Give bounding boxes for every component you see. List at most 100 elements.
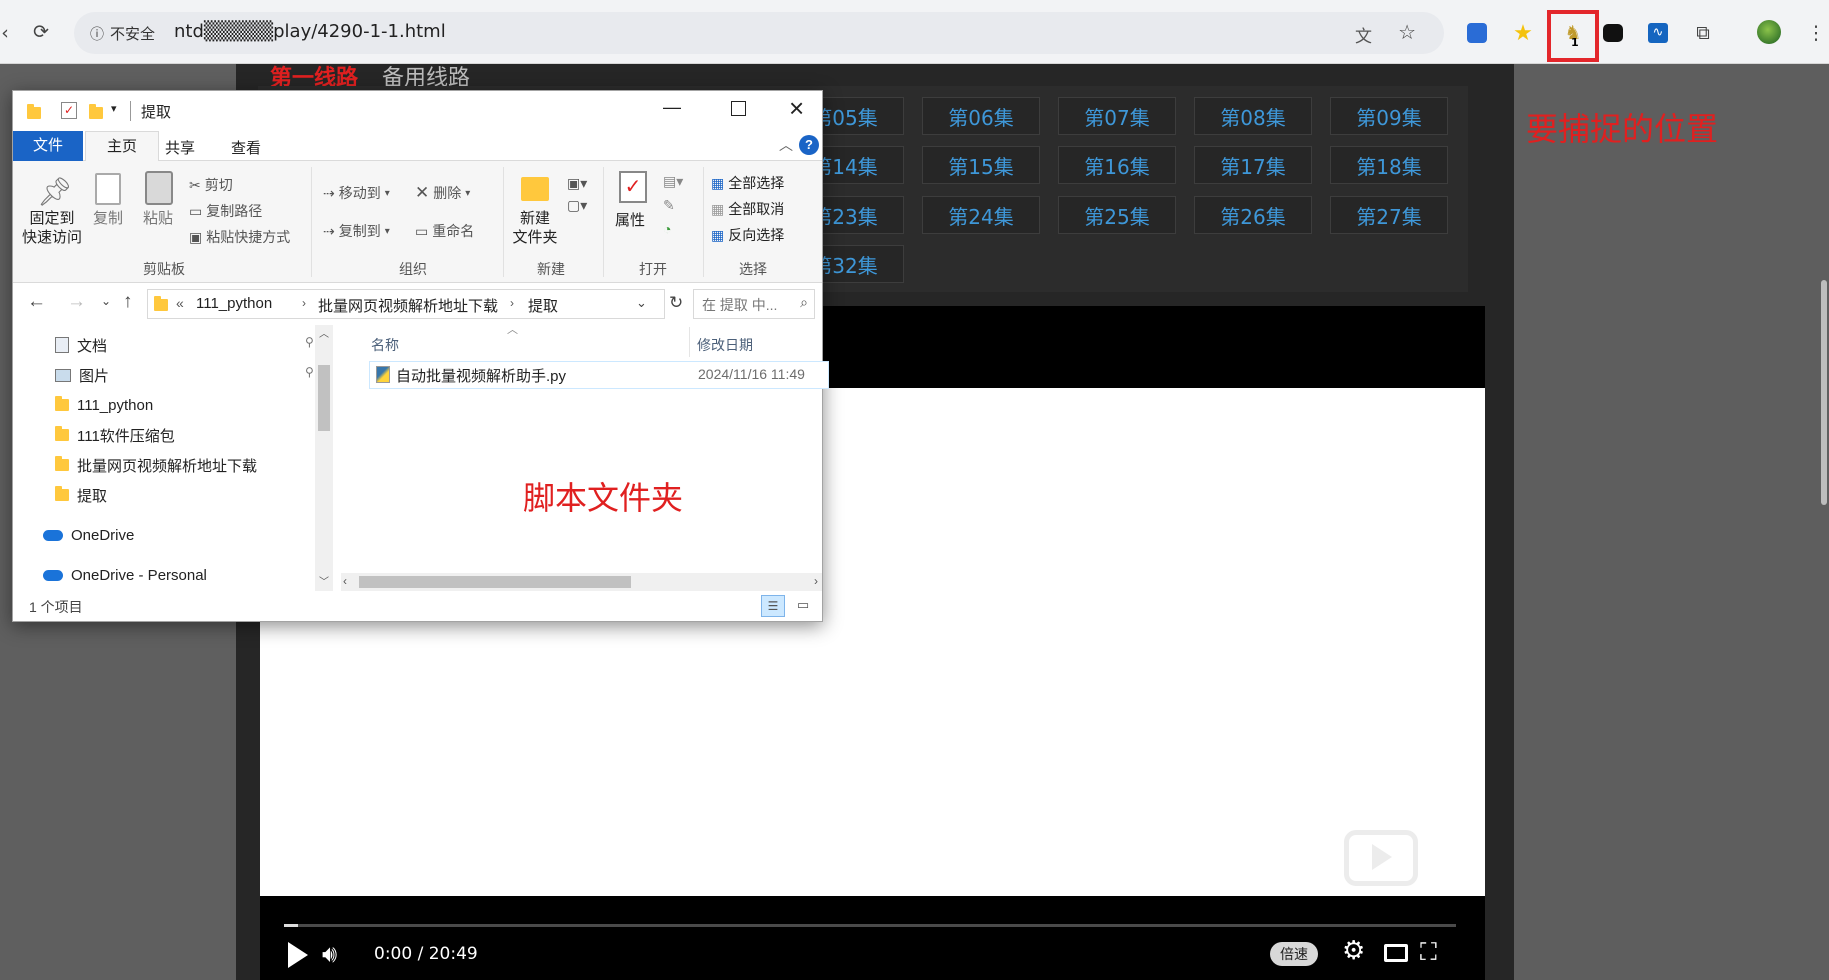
episode-button[interactable]: 第09集: [1330, 97, 1448, 135]
volume-icon[interactable]: 🔊︎: [322, 940, 337, 968]
newfolder-qa-icon[interactable]: [89, 104, 103, 119]
file-row[interactable]: 自动批量视频解析助手.py 2024/11/16 11:49: [369, 361, 829, 389]
episode-button[interactable]: 第24集: [922, 196, 1040, 234]
crumb-extract[interactable]: 提取: [528, 295, 558, 316]
episode-button[interactable]: 第08集: [1194, 97, 1312, 135]
menu-kebab-icon[interactable]: ⋮: [1803, 20, 1829, 46]
path-dropdown-icon[interactable]: ⌄: [636, 295, 647, 311]
nav-item-pictures[interactable]: 图片: [55, 363, 109, 387]
new-folder-button[interactable]: 新建 文件夹: [507, 209, 563, 247]
forward-arrow-icon[interactable]: →: [67, 291, 86, 313]
ribbon-collapse-icon[interactable]: ︿: [779, 135, 793, 155]
large-icons-view-icon[interactable]: ▭: [793, 597, 813, 615]
invert-select-button[interactable]: ▦ 反向选择: [711, 225, 784, 245]
nav-item-onedrive[interactable]: OneDrive: [43, 523, 134, 547]
paste-shortcut-button[interactable]: ▣ 粘贴快捷方式: [189, 227, 290, 247]
tab-home[interactable]: 主页: [85, 131, 159, 162]
properties-button[interactable]: 属性: [615, 211, 645, 230]
pin-icon[interactable]: ⚲: [305, 335, 314, 349]
nav-item-onedrive-personal[interactable]: OneDrive - Personal: [43, 563, 207, 587]
new-item-icon[interactable]: ▣▾: [567, 175, 587, 192]
page-scrollbar[interactable]: [1821, 280, 1827, 505]
maximize-button[interactable]: [731, 101, 746, 116]
content-hscrollbar[interactable]: ‹ ›: [341, 573, 822, 591]
episode-button[interactable]: 第07集: [1058, 97, 1176, 135]
recent-dropdown-icon[interactable]: ⌄: [101, 294, 111, 308]
help-icon[interactable]: ?: [799, 135, 819, 155]
explorer-title-bar[interactable]: ✓ ▾ 提取 — ×: [13, 91, 822, 131]
progress-bar[interactable]: [284, 924, 1456, 927]
episode-button[interactable]: 第17集: [1194, 146, 1312, 184]
episode-button[interactable]: 第25集: [1058, 196, 1176, 234]
scroll-up-icon[interactable]: ︿: [319, 325, 329, 340]
copy-button[interactable]: 复制: [93, 209, 123, 228]
nav-item-111-python[interactable]: 111_python: [55, 393, 153, 417]
scroll-right-icon[interactable]: ›: [814, 574, 818, 588]
speed-button[interactable]: 倍速: [1270, 942, 1318, 966]
settings-gear-icon[interactable]: ⚙: [1342, 936, 1365, 966]
cut-button[interactable]: ✂ 剪切: [189, 175, 233, 195]
pin-icon[interactable]: ⚲: [305, 365, 314, 379]
nav-item-extract[interactable]: 提取: [55, 483, 107, 507]
episode-button[interactable]: 第27集: [1330, 196, 1448, 234]
properties-qa-icon[interactable]: ✓: [61, 102, 77, 119]
easy-access-icon[interactable]: ▢▾: [567, 197, 587, 214]
back-arrow-icon[interactable]: ←: [27, 291, 46, 313]
fullscreen-icon[interactable]: ⛶: [1420, 938, 1437, 966]
scroll-left-icon[interactable]: ‹: [343, 574, 347, 588]
episode-button[interactable]: 第15集: [922, 146, 1040, 184]
rename-button[interactable]: ▭ 重命名: [415, 221, 474, 241]
extensions-puzzle-icon[interactable]: ⧉: [1690, 20, 1716, 46]
details-view-icon[interactable]: ☰: [761, 595, 785, 617]
nav-scrollbar[interactable]: ︿ ﹀: [315, 325, 333, 591]
translate-icon[interactable]: 文: [1355, 22, 1372, 47]
extension-blue-icon[interactable]: [1464, 20, 1490, 46]
select-none-button[interactable]: ▦ 全部取消: [711, 199, 784, 219]
back-arrow-icon[interactable]: ‹: [0, 20, 18, 46]
up-arrow-icon[interactable]: ↑: [123, 291, 133, 313]
pip-icon[interactable]: [1384, 944, 1408, 962]
episode-button[interactable]: 第06集: [922, 97, 1040, 135]
security-label[interactable]: 不安全: [110, 23, 155, 44]
nav-item-111-archives[interactable]: 111软件压缩包: [55, 423, 175, 447]
episode-button[interactable]: 第26集: [1194, 196, 1312, 234]
reload-icon[interactable]: ⟳: [28, 19, 54, 45]
copy-to-button[interactable]: ⇢ 复制到 ▾: [323, 221, 390, 241]
column-header-date[interactable]: 修改日期: [697, 335, 753, 355]
extension-pulse-icon[interactable]: ∿: [1645, 20, 1671, 46]
select-all-button[interactable]: ▦ 全部选择: [711, 173, 784, 193]
edit-icon[interactable]: ✎: [663, 197, 675, 214]
crumb-111-python[interactable]: 111_python: [196, 295, 272, 312]
scroll-thumb[interactable]: [318, 365, 330, 431]
minimize-button[interactable]: —: [663, 97, 681, 118]
episode-button[interactable]: 第16集: [1058, 146, 1176, 184]
delete-button[interactable]: ✕ 删除 ▾: [415, 183, 470, 203]
tab-view[interactable]: 查看: [231, 137, 261, 158]
copy-path-button[interactable]: ▭ 复制路径: [189, 201, 262, 221]
search-box[interactable]: 在 提取 中... ⌕: [693, 289, 815, 319]
close-button[interactable]: ×: [789, 93, 804, 124]
open-icon[interactable]: ▤▾: [663, 173, 683, 190]
nav-item-batch-download[interactable]: 批量网页视频解析地址下载: [55, 453, 257, 477]
security-warning-icon[interactable]: ⓘ: [90, 24, 104, 44]
paste-button[interactable]: 粘贴: [143, 209, 173, 228]
path-overflow[interactable]: «: [176, 295, 184, 311]
play-icon[interactable]: [288, 942, 308, 968]
nav-item-documents[interactable]: 文档: [55, 333, 107, 357]
profile-avatar[interactable]: [1756, 19, 1782, 45]
address-bar[interactable]: ⓘ 不安全 ntd▒▒▒▒▒play/4290-1-1.html 文 ☆: [74, 12, 1444, 54]
hscroll-thumb[interactable]: [359, 576, 631, 588]
qa-dropdown-icon[interactable]: ▾: [111, 102, 117, 115]
address-path[interactable]: « 111_python › 批量网页视频解析地址下载 › 提取 ⌄: [147, 289, 665, 319]
episode-button[interactable]: 第18集: [1330, 146, 1448, 184]
column-header-name[interactable]: 名称: [371, 335, 399, 355]
pin-quick-access-button[interactable]: 固定到 快速访问: [19, 209, 85, 247]
history-icon[interactable]: ◔: [663, 221, 671, 237]
scroll-down-icon[interactable]: ﹀: [319, 573, 329, 588]
extension-star-icon[interactable]: ★: [1510, 20, 1536, 46]
bookmark-star-icon[interactable]: ☆: [1398, 20, 1416, 44]
extension-mask-icon[interactable]: [1600, 20, 1626, 46]
refresh-icon[interactable]: ↻: [669, 293, 683, 313]
tab-share[interactable]: 共享: [165, 137, 195, 158]
move-to-button[interactable]: ⇢ 移动到 ▾: [323, 183, 390, 203]
